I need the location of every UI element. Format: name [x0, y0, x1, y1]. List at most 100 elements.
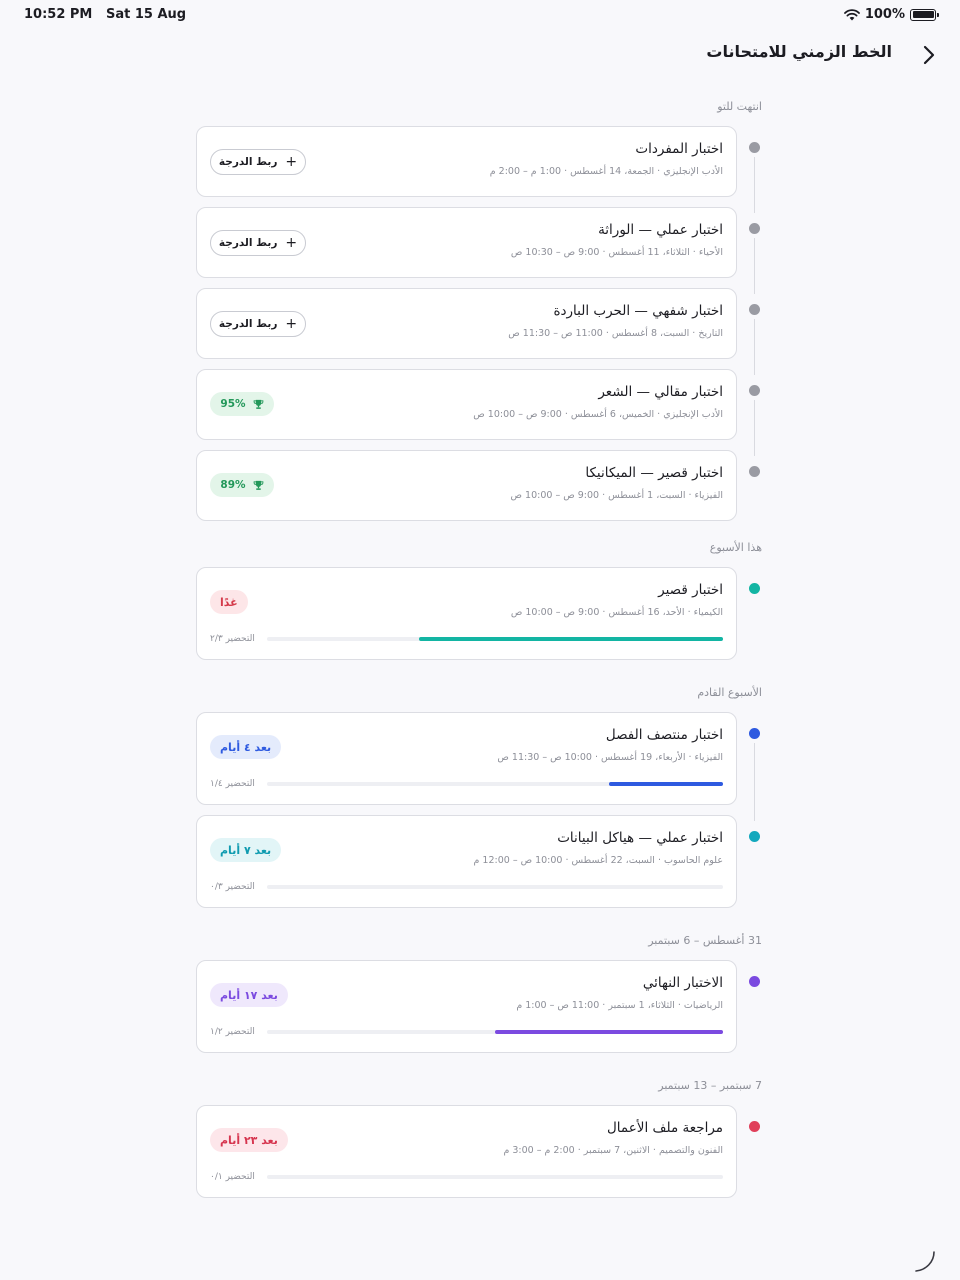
link-grade-button[interactable]: + ربط الدرجة	[210, 149, 306, 175]
link-grade-label: ربط الدرجة	[218, 156, 278, 168]
timeline-item: اختبار مقالي — الشعر الأدب الإنجليزي · ال…	[196, 369, 768, 456]
prep-progress-track	[267, 885, 723, 889]
exam-card[interactable]: اختبار قصير — الميكانيكا الفيزياء · السبت…	[196, 450, 737, 521]
chevron-icon	[923, 45, 935, 65]
timeline-dot	[749, 1121, 760, 1132]
timeline-dot	[749, 976, 760, 987]
status-bar: 10:52 PM Sat 15 Aug 100%	[0, 0, 960, 30]
link-grade-button[interactable]: + ربط الدرجة	[210, 311, 306, 337]
plus-icon: +	[285, 154, 298, 170]
section-label: 7 سبتمبر – 13 سبتمبر	[658, 1079, 762, 1092]
exam-title: اختبار عملي — الوراثة	[598, 222, 723, 238]
score-value: 95%	[220, 398, 246, 410]
prep-progress-track	[267, 1030, 723, 1034]
countdown-badge: غدًا	[210, 590, 248, 614]
link-grade-label: ربط الدرجة	[218, 318, 278, 330]
exam-meta: علوم الحاسوب · السبت، 22 أغسطس · 10:00 ص…	[473, 855, 724, 866]
exam-card[interactable]: اختبار شفهي — الحرب الباردة التاريخ · الس…	[196, 288, 737, 359]
exam-title: مراجعة ملف الأعمال	[606, 1120, 723, 1136]
exam-card[interactable]: اختبار عملي — الوراثة الأحياء · الثلاثاء،…	[196, 207, 737, 278]
timeline-item: اختبار عملي — الوراثة الأحياء · الثلاثاء،…	[196, 207, 768, 294]
wifi-icon	[843, 8, 860, 20]
timeline-item: مراجعة ملف الأعمال الفنون والتصميم · الاث…	[196, 1105, 768, 1198]
score-badge: 89%	[210, 473, 274, 497]
prep-progress-track	[267, 637, 723, 641]
timeline-dot	[749, 223, 760, 234]
exam-card[interactable]: اختبار منتصف الفصل الفيزياء · الأربعاء، 1…	[196, 712, 737, 805]
timeline-connector	[753, 743, 755, 821]
timeline-dot	[749, 385, 760, 396]
exam-meta: الفيزياء · السبت، 1 أغسطس · 9:00 ص – 10:…	[510, 490, 723, 501]
exam-card[interactable]: اختبار مقالي — الشعر الأدب الإنجليزي · ال…	[196, 369, 737, 440]
exam-card[interactable]: اختبار المفردات الأدب الإنجليزي · الجمعة،…	[196, 126, 737, 197]
nav-bar: الخط الزمني للامتحانات	[0, 40, 960, 70]
trophy-icon	[253, 480, 263, 490]
timeline-item: اختبار عملي — هياكل البيانات علوم الحاسوب…	[196, 815, 768, 908]
battery-icon	[910, 8, 939, 21]
exam-card[interactable]: اختبار قصير الكيمياء · الأحد، 16 أغسطس · …	[196, 567, 737, 660]
countdown-badge: بعد ٢٣ أيام	[210, 1128, 288, 1152]
plus-icon: +	[285, 235, 298, 251]
exam-meta: الأدب الإنجليزي · الجمعة، 14 أغسطس · 1:0…	[489, 166, 723, 177]
section-label: هذا الأسبوع	[709, 541, 762, 554]
score-value: 89%	[220, 479, 246, 491]
prep-progress-fill	[609, 782, 723, 786]
timeline-connector	[753, 157, 755, 213]
exam-meta: الكيمياء · الأحد، 16 أغسطس · 9:00 ص – 10…	[510, 607, 723, 618]
prep-progress-label: التحضير ١/٤	[210, 779, 255, 789]
exam-card[interactable]: الاختبار النهائي الرياضيات · الثلاثاء، 1 …	[196, 960, 737, 1053]
link-grade-button[interactable]: + ربط الدرجة	[210, 230, 306, 256]
timeline-item: اختبار منتصف الفصل الفيزياء · الأربعاء، 1…	[196, 712, 768, 821]
timeline-dot	[749, 466, 760, 477]
timeline-dot	[749, 831, 760, 842]
exam-card[interactable]: اختبار عملي — هياكل البيانات علوم الحاسوب…	[196, 815, 737, 908]
countdown-badge: بعد ١٧ أيام	[210, 983, 288, 1007]
exam-title: اختبار قصير	[658, 582, 723, 598]
timeline-dot	[749, 142, 760, 153]
status-right: 100%	[843, 7, 939, 22]
timeline-item: اختبار قصير — الميكانيكا الفيزياء · السبت…	[196, 450, 768, 521]
timeline-item: الاختبار النهائي الرياضيات · الثلاثاء، 1 …	[196, 960, 768, 1053]
plus-icon: +	[285, 316, 298, 332]
scroll-indicator-icon	[915, 1251, 935, 1272]
trophy-icon	[253, 399, 263, 409]
exam-title: اختبار المفردات	[635, 141, 723, 157]
timeline-connector	[753, 400, 755, 456]
exam-title: اختبار قصير — الميكانيكا	[585, 465, 723, 481]
exam-meta: الرياضيات · الثلاثاء، 1 سبتمبر · 11:00 ص…	[516, 1000, 723, 1011]
section-label: انتهت للتو	[717, 100, 762, 113]
battery-percent: 100%	[864, 7, 905, 22]
score-badge: 95%	[210, 392, 274, 416]
exam-meta: الفنون والتصميم · الاثنين، 7 سبتمبر · 2:…	[503, 1145, 723, 1156]
status-time: 10:52 PM Sat 15 Aug	[24, 7, 187, 22]
exam-meta: الفيزياء · الأربعاء، 19 أغسطس · 10:00 ص …	[497, 752, 723, 763]
exam-meta: الأدب الإنجليزي · الخميس، 6 أغسطس · 9:00…	[473, 409, 723, 420]
timeline-dot	[749, 583, 760, 594]
exam-timeline: انتهت للتو اختبار المفردات الأدب الإنجليزي…	[196, 98, 768, 1208]
countdown-badge: بعد ٤ أيام	[210, 735, 282, 759]
exam-title: اختبار مقالي — الشعر	[598, 384, 723, 400]
exam-title: اختبار عملي — هياكل البيانات	[557, 830, 723, 846]
back-button[interactable]	[916, 42, 942, 68]
timeline-item: اختبار قصير الكيمياء · الأحد، 16 أغسطس · …	[196, 567, 768, 660]
section-label: الأسبوع القادم	[697, 686, 762, 699]
prep-progress-fill	[495, 1030, 723, 1034]
timeline-item: اختبار المفردات الأدب الإنجليزي · الجمعة،…	[196, 126, 768, 213]
link-grade-label: ربط الدرجة	[218, 237, 278, 249]
exam-card[interactable]: مراجعة ملف الأعمال الفنون والتصميم · الاث…	[196, 1105, 737, 1198]
exam-title: الاختبار النهائي	[642, 975, 723, 991]
exam-meta: الأحياء · الثلاثاء، 11 أغسطس · 9:00 ص – …	[510, 247, 723, 258]
exam-title: اختبار منتصف الفصل	[605, 727, 723, 743]
timeline-dot	[749, 304, 760, 315]
timeline-item: اختبار شفهي — الحرب الباردة التاريخ · الس…	[196, 288, 768, 375]
section-label: 31 أغسطس – 6 سبتمبر	[648, 934, 762, 947]
prep-progress-fill	[418, 637, 723, 641]
prep-progress-label: التحضير ٠/١	[210, 1172, 255, 1182]
prep-progress-label: التحضير ١/٢	[210, 1027, 255, 1037]
page-title: الخط الزمني للامتحانات	[706, 42, 892, 61]
timeline-dot	[749, 728, 760, 739]
prep-progress-track	[267, 782, 723, 786]
prep-progress-label: التحضير ٢/٣	[210, 634, 255, 644]
prep-progress-label: التحضير ٠/٣	[210, 882, 255, 892]
exam-title: اختبار شفهي — الحرب الباردة	[553, 303, 723, 319]
